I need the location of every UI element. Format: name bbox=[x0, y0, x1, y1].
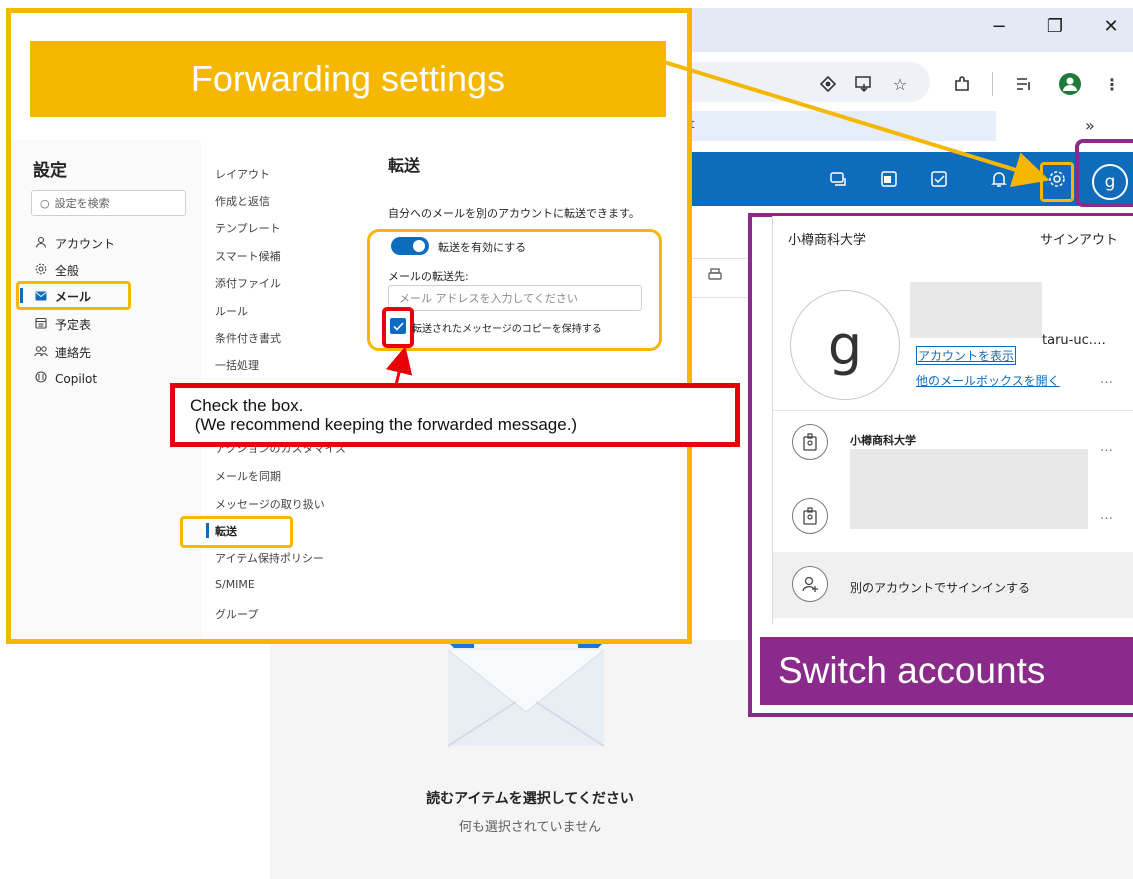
search-placeholder: 設定を検索 bbox=[54, 197, 110, 210]
subsetting-rules[interactable]: ルール bbox=[215, 303, 248, 319]
redacted-accounts bbox=[850, 449, 1088, 529]
divider bbox=[773, 410, 1133, 411]
subsetting-compose[interactable]: 作成と返信 bbox=[215, 193, 270, 209]
nav-label: 予定表 bbox=[55, 318, 92, 332]
email-overflow-dots: … bbox=[1092, 333, 1106, 348]
forwarding-description: 自分へのメールを別のアカウントに転送できます。 bbox=[388, 207, 640, 220]
word-icon[interactable] bbox=[878, 168, 900, 190]
badge-icon bbox=[792, 424, 828, 460]
view-account-link[interactable]: アカウントを表示 bbox=[916, 346, 1017, 365]
sign-out-link[interactable]: サインアウト bbox=[1040, 229, 1118, 248]
search-icon: ○ bbox=[40, 196, 50, 210]
instruction-callout: Check the box. (We recommend keeping the… bbox=[170, 383, 740, 447]
profile-icon[interactable] bbox=[1058, 72, 1082, 96]
redacted-name bbox=[910, 282, 1042, 338]
settings-title: 設定 bbox=[33, 161, 67, 181]
star-icon[interactable]: ☆ bbox=[888, 72, 912, 96]
envelope-illustration bbox=[446, 640, 606, 748]
teams-icon[interactable] bbox=[828, 168, 850, 190]
checkbox-highlight bbox=[382, 307, 414, 348]
subsetting-groups[interactable]: グループ bbox=[215, 606, 258, 622]
copilot-icon bbox=[33, 371, 49, 386]
enable-forwarding-label: 転送を有効にする bbox=[438, 241, 527, 254]
add-person-icon bbox=[792, 566, 828, 602]
todo-icon[interactable] bbox=[928, 168, 950, 190]
toolbar-divider bbox=[992, 72, 993, 96]
subsetting-smart-suggestions[interactable]: スマート候補 bbox=[215, 248, 281, 264]
subsetting-conditional-formatting[interactable]: 条件付き書式 bbox=[215, 330, 281, 346]
nav-label: 連絡先 bbox=[55, 346, 92, 360]
nav-label: 全般 bbox=[55, 264, 80, 278]
callout-line-2: (We recommend keeping the forwarded mess… bbox=[190, 415, 578, 434]
print-icon[interactable] bbox=[704, 264, 726, 286]
open-other-mailbox-link[interactable]: 他のメールボックスを開く bbox=[916, 372, 1060, 389]
subsetting-attachments[interactable]: 添付ファイル bbox=[215, 275, 281, 291]
badge-icon bbox=[792, 498, 828, 534]
people-icon bbox=[33, 345, 49, 360]
mail-highlight bbox=[16, 281, 131, 310]
account-avatar-button[interactable]: g bbox=[1092, 164, 1128, 200]
cast-icon[interactable] bbox=[852, 72, 876, 96]
nav-copilot[interactable]: Copilot bbox=[33, 371, 97, 386]
nav-label: Copilot bbox=[55, 371, 98, 386]
nav-contacts[interactable]: 連絡先 bbox=[33, 344, 91, 361]
puzzle-icon[interactable] bbox=[950, 72, 974, 96]
bookmarks-more-button[interactable]: » bbox=[1085, 116, 1095, 135]
forwarding-highlight bbox=[180, 516, 293, 548]
subsetting-layout[interactable]: レイアウト bbox=[215, 166, 270, 182]
settings-search-input[interactable]: ○ 設定を検索 bbox=[31, 190, 186, 216]
account-avatar: g bbox=[790, 290, 900, 400]
empty-state-title: 読むアイテムを選択してください bbox=[426, 791, 634, 807]
forward-to-input[interactable]: メール アドレスを入力してください bbox=[388, 285, 642, 311]
sign-in-other-account-label: 別のアカウントでサインインする bbox=[850, 581, 1031, 595]
gear-icon bbox=[33, 263, 49, 278]
bell-icon[interactable] bbox=[988, 168, 1010, 190]
forwarding-settings-banner: Forwarding settings bbox=[30, 41, 666, 117]
nav-general[interactable]: 全般 bbox=[33, 262, 79, 279]
subsetting-sweep[interactable]: 一括処理 bbox=[215, 357, 259, 373]
calendar-icon bbox=[33, 317, 49, 332]
switch-accounts-banner: Switch accounts bbox=[760, 637, 1133, 705]
reading-list-icon[interactable] bbox=[1012, 72, 1036, 96]
settings-highlight bbox=[1040, 162, 1074, 202]
nav-account[interactable]: アカウント bbox=[33, 235, 115, 252]
callout-line-1: Check the box. bbox=[190, 396, 304, 415]
forwarding-title: 転送 bbox=[388, 156, 421, 175]
nav-label: アカウント bbox=[55, 237, 116, 251]
empty-state-subtitle: 何も選択されていません bbox=[458, 820, 602, 835]
keep-copy-label: 転送されたメッセージのコピーを保持する bbox=[412, 324, 602, 335]
restore-button[interactable]: ❐ bbox=[1042, 16, 1068, 37]
subsetting-retention-policies[interactable]: アイテム保持ポリシー bbox=[215, 550, 324, 566]
subsetting-smime[interactable]: S/MIME bbox=[215, 578, 255, 591]
forward-to-label: メールの転送先: bbox=[388, 270, 469, 283]
more-options-icon[interactable]: … bbox=[1100, 372, 1113, 387]
person-icon bbox=[33, 236, 49, 251]
account-org-name: 小樽商科大学 bbox=[788, 233, 867, 248]
close-button[interactable]: ✕ bbox=[1098, 16, 1124, 37]
account-email: taru-uc.… bbox=[1042, 333, 1106, 348]
more-options-icon[interactable]: … bbox=[1100, 440, 1113, 455]
toggle-knob bbox=[413, 240, 425, 252]
menu-icon[interactable]: ⋮ bbox=[1100, 72, 1124, 96]
extension-icon[interactable] bbox=[816, 72, 840, 96]
subsetting-templates[interactable]: テンプレート bbox=[215, 220, 281, 236]
minimize-button[interactable]: − bbox=[986, 16, 1012, 37]
subsetting-message-handling[interactable]: メッセージの取り扱い bbox=[215, 496, 325, 512]
other-account-org[interactable]: 小樽商科大学 bbox=[850, 432, 916, 448]
nav-calendar[interactable]: 予定表 bbox=[33, 316, 91, 333]
bookmark-item[interactable] bbox=[686, 111, 996, 141]
more-options-icon[interactable]: … bbox=[1100, 508, 1113, 523]
subsetting-sync-email[interactable]: メールを同期 bbox=[215, 468, 281, 484]
